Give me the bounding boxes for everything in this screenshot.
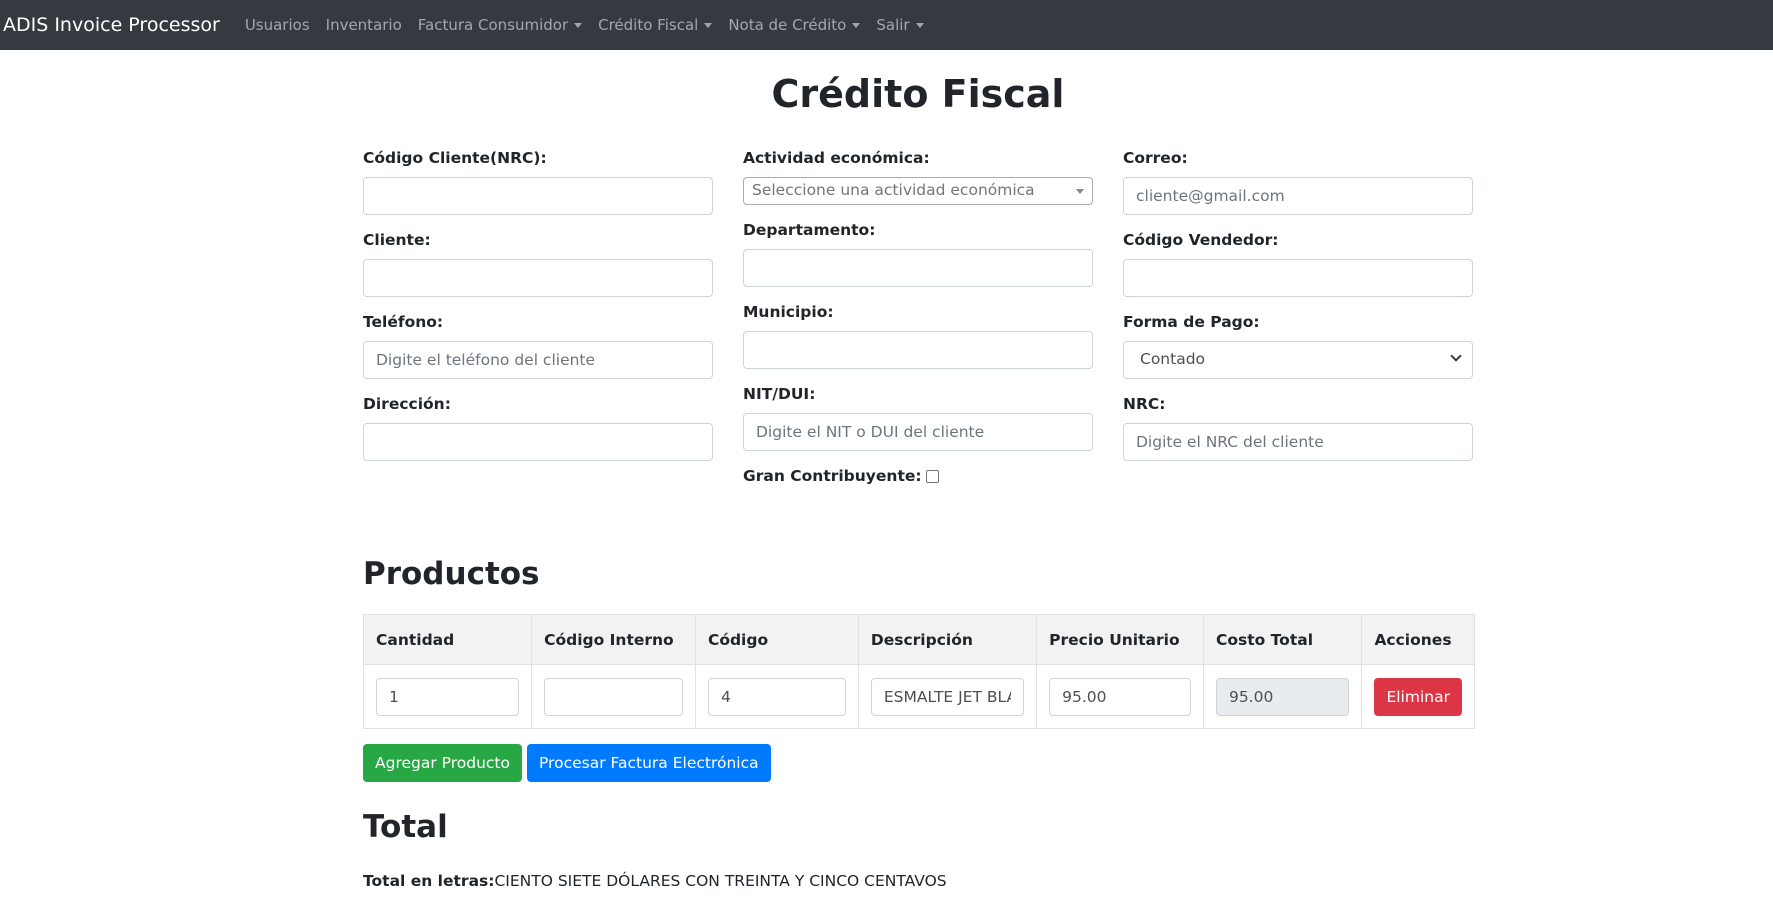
- col-costo-total: Costo Total: [1202, 614, 1363, 665]
- telefono-label: Teléfono:: [363, 313, 444, 331]
- caret-down-icon: [704, 22, 713, 28]
- nav-inventario-label: Inventario: [325, 16, 402, 34]
- nit-dui-label: NIT/DUI:: [743, 385, 816, 403]
- nav-usuarios[interactable]: Usuarios: [245, 16, 310, 34]
- cantidad-input[interactable]: [376, 677, 520, 716]
- nav-nota-credito[interactable]: Nota de Crédito: [728, 16, 861, 34]
- form-column-contact: Correo: Código Vendedor: Forma de Pago: …: [1123, 148, 1473, 476]
- codigo-vendedor-label: Código Vendedor:: [1123, 231, 1279, 249]
- col-codigo-interno: Código Interno: [531, 614, 696, 665]
- dropdown-arrow-icon: [1076, 189, 1084, 194]
- departamento-input[interactable]: [743, 249, 1093, 287]
- descripcion-input[interactable]: [870, 677, 1025, 716]
- nav-credito-fiscal-label: Crédito Fiscal: [598, 16, 699, 34]
- codigo-cliente-label: Código Cliente(NRC):: [363, 149, 547, 167]
- col-acciones: Acciones: [1361, 614, 1475, 665]
- nav-salir-label: Salir: [876, 16, 910, 34]
- col-descripcion: Descripción: [857, 614, 1038, 665]
- precio-unitario-input[interactable]: [1049, 677, 1191, 716]
- nav-nota-credito-label: Nota de Crédito: [728, 16, 847, 34]
- nav-factura-consumidor-label: Factura Consumidor: [417, 16, 569, 34]
- correo-input[interactable]: [1123, 177, 1473, 215]
- telefono-input[interactable]: [363, 341, 713, 379]
- cell-costo-total: [1202, 664, 1363, 729]
- forma-pago-select[interactable]: Contado: [1123, 341, 1473, 379]
- caret-down-icon: [915, 22, 924, 28]
- page-title: Crédito Fiscal: [771, 72, 1065, 116]
- total-title: Total: [363, 809, 448, 845]
- cliente-label: Cliente:: [363, 231, 431, 249]
- cell-acciones: Eliminar: [1361, 664, 1475, 729]
- col-codigo: Código: [694, 614, 859, 665]
- gran-contribuyente-checkbox[interactable]: [925, 469, 939, 483]
- total-letras-label: Total en letras:: [363, 872, 495, 890]
- codigo-vendedor-input[interactable]: [1123, 259, 1473, 297]
- forma-pago-label: Forma de Pago:: [1123, 313, 1260, 331]
- chevron-down-icon: [1450, 350, 1462, 362]
- municipio-input[interactable]: [743, 331, 1093, 369]
- caret-down-icon: [852, 22, 861, 28]
- direccion-label: Dirección:: [363, 395, 451, 413]
- nav-usuarios-label: Usuarios: [244, 16, 310, 34]
- cell-cantidad: [362, 664, 533, 729]
- nav-credito-fiscal[interactable]: Crédito Fiscal: [598, 16, 713, 34]
- cell-codigo: [694, 664, 859, 729]
- nrc-input[interactable]: [1123, 423, 1473, 461]
- costo-total-input: [1215, 677, 1350, 716]
- total-letras-value: CIENTO SIETE DÓLARES CON TREINTA Y CINCO…: [494, 872, 947, 890]
- actividad-select[interactable]: Seleccione una actividad económica: [743, 177, 1093, 205]
- form-column-client: Código Cliente(NRC): Cliente: Teléfono: …: [363, 148, 713, 476]
- cell-codigo-interno: [531, 664, 696, 729]
- eliminar-button[interactable]: Eliminar: [1374, 677, 1462, 716]
- forma-pago-value: Contado: [1140, 350, 1206, 368]
- app-brand[interactable]: ADIS Invoice Processor: [3, 14, 220, 36]
- cell-precio-unitario: [1036, 664, 1204, 729]
- actividad-label: Actividad económica:: [743, 149, 930, 167]
- nit-dui-input[interactable]: [743, 413, 1093, 451]
- correo-label: Correo:: [1123, 149, 1188, 167]
- agregar-producto-button[interactable]: Agregar Producto: [363, 744, 522, 782]
- col-cantidad: Cantidad: [362, 614, 533, 665]
- productos-table: Cantidad Código Interno Código Descripci…: [362, 614, 1475, 729]
- nav-factura-consumidor[interactable]: Factura Consumidor: [417, 16, 583, 34]
- actividad-placeholder: Seleccione una actividad económica: [752, 181, 1035, 199]
- caret-down-icon: [574, 22, 583, 28]
- nav-salir[interactable]: Salir: [876, 16, 924, 34]
- product-actions: Agregar Producto Procesar Factura Electr…: [363, 744, 771, 782]
- procesar-factura-button[interactable]: Procesar Factura Electrónica: [526, 744, 771, 782]
- codigo-cliente-input[interactable]: [363, 177, 713, 215]
- total-letras: Total en letras:CIENTO SIETE DÓLARES CON…: [363, 872, 947, 890]
- top-navbar: ADIS Invoice Processor Usuarios Inventar…: [0, 0, 1773, 50]
- nrc-label: NRC:: [1123, 395, 1166, 413]
- nav-inventario[interactable]: Inventario: [326, 16, 402, 34]
- form-column-location: Actividad económica: Seleccione una acti…: [743, 148, 1093, 486]
- gran-contribuyente-label: Gran Contribuyente:: [743, 467, 922, 485]
- codigo-interno-input[interactable]: [544, 677, 683, 716]
- gran-contribuyente-row: Gran Contribuyente:: [743, 466, 1093, 486]
- departamento-label: Departamento:: [743, 221, 876, 239]
- table-header-row: Cantidad Código Interno Código Descripci…: [362, 614, 1475, 665]
- cell-descripcion: [857, 664, 1038, 729]
- direccion-input[interactable]: [363, 423, 713, 461]
- municipio-label: Municipio:: [743, 303, 834, 321]
- productos-title: Productos: [363, 556, 540, 592]
- codigo-input[interactable]: [707, 677, 846, 716]
- cliente-input[interactable]: [363, 259, 713, 297]
- table-row: Eliminar: [362, 664, 1475, 729]
- col-precio-unitario: Precio Unitario: [1036, 614, 1204, 665]
